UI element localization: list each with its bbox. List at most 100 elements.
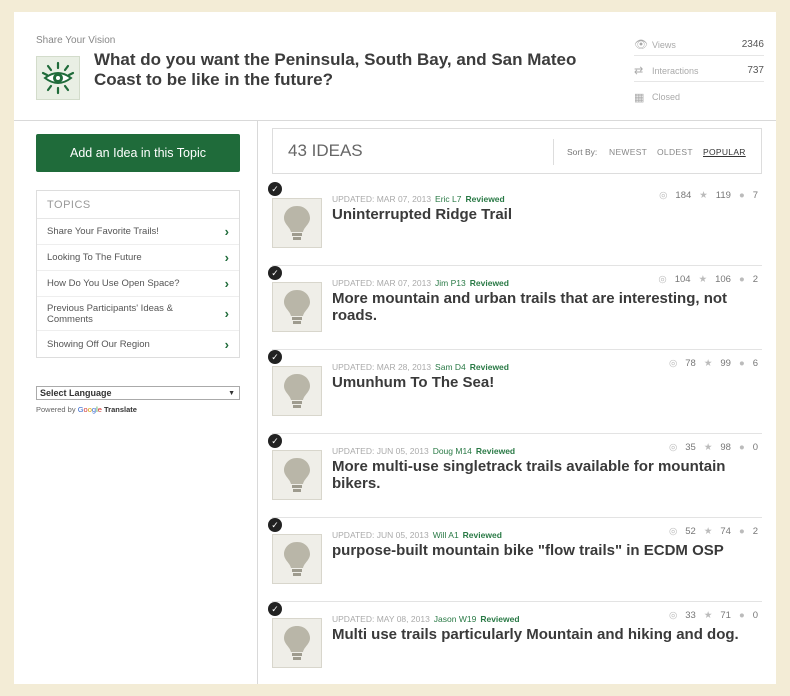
lightbulb-icon <box>284 542 310 576</box>
star-icon: ★ <box>703 526 713 537</box>
idea-meta: UPDATED: MAR 07, 2013 Eric L7 Reviewed <box>332 194 505 204</box>
add-idea-button[interactable]: Add an Idea in this Topic <box>36 134 240 172</box>
comments-count: 2 <box>752 274 758 285</box>
updated-date: UPDATED: MAY 08, 2013 <box>332 614 430 624</box>
topic-item-open-space[interactable]: How Do You Use Open Space? › <box>37 271 239 297</box>
star-icon: ★ <box>699 190 708 201</box>
views-count: 52 <box>685 526 696 537</box>
calendar-icon: ▦ <box>634 91 645 104</box>
idea-title-link[interactable]: More mountain and urban trails that are … <box>332 290 762 324</box>
chevron-right-icon: › <box>224 224 229 239</box>
status-badge: Reviewed <box>475 446 516 456</box>
comment-icon: ● <box>738 442 745 453</box>
comments-count: 0 <box>752 442 758 453</box>
reviewed-check-icon: ✓ <box>268 602 282 616</box>
views-count: 35 <box>685 442 696 453</box>
topic-item-our-region[interactable]: Showing Off Our Region › <box>37 331 239 357</box>
idea-title-link[interactable]: Umunhum To The Sea! <box>332 374 762 391</box>
author-link[interactable]: Will A1 <box>433 530 459 540</box>
eye-icon: ◎ <box>659 190 668 201</box>
chevron-right-icon: › <box>224 336 229 352</box>
chevron-right-icon: › <box>224 276 229 291</box>
idea-thumbnail[interactable] <box>272 198 322 248</box>
question-title: What do you want the Peninsula, South Ba… <box>94 50 577 89</box>
eye-icon: ◎ <box>668 358 678 369</box>
author-link[interactable]: Sam D4 <box>435 362 466 372</box>
interactions-stat: ⇄ Interactions 737 <box>634 60 764 82</box>
idea-thumbnail[interactable] <box>272 366 322 416</box>
reviewed-check-icon: ✓ <box>268 434 282 448</box>
star-icon: ★ <box>703 358 713 369</box>
eye-icon: ◎ <box>668 610 678 621</box>
idea-title-link[interactable]: Multi use trails particularly Mountain a… <box>332 626 762 643</box>
topics-heading: TOPICS <box>37 191 239 219</box>
eye-logo-icon <box>36 56 80 100</box>
sort-by-label: Sort By: <box>567 147 598 157</box>
status-badge: Reviewed <box>465 194 505 204</box>
reviewed-check-icon: ✓ <box>268 518 282 532</box>
idea-title-link[interactable]: purpose-built mountain bike "flow trails… <box>332 542 762 559</box>
lightbulb-icon <box>284 626 310 660</box>
comment-icon: ● <box>738 190 745 201</box>
idea-row[interactable]: ✓ UPDATED: JUN 05, 2013 Will A1 Reviewed ◎ 52… <box>268 518 762 602</box>
section-kicker: Share Your Vision <box>36 35 116 46</box>
lightbulb-icon <box>284 458 310 492</box>
idea-row[interactable]: ✓ UPDATED: MAR 07, 2013 Eric L7 Reviewed ◎ 18… <box>268 182 762 266</box>
stars-count: 71 <box>720 610 731 621</box>
author-link[interactable]: Jason W19 <box>434 614 477 624</box>
topic-item-previous-ideas[interactable]: Previous Participants' Ideas & Comments … <box>37 297 239 331</box>
reviewed-check-icon: ✓ <box>268 350 282 364</box>
page-frame: Share Your Vision What do you want the P… <box>14 12 776 684</box>
sort-popular[interactable]: POPULAR <box>703 147 746 157</box>
idea-counts: ◎ 35 ★ 98 ● 0 <box>669 442 758 453</box>
idea-meta: UPDATED: JUN 05, 2013 Doug M14 Reviewed <box>332 446 515 456</box>
idea-counts: ◎ 33 ★ 71 ● 0 <box>669 610 758 621</box>
eye-icon: ◎ <box>658 274 667 285</box>
idea-thumbnail[interactable] <box>272 534 322 584</box>
interactions-icon: ⇄ <box>634 65 644 77</box>
status-stat: ▦ Closed <box>634 91 681 104</box>
topic-item-looking-to-future[interactable]: Looking To The Future › <box>37 245 239 271</box>
stars-count: 74 <box>720 526 731 537</box>
lightbulb-icon <box>284 290 310 324</box>
eye-icon: 👁 <box>634 39 648 51</box>
idea-title-link[interactable]: Uninterrupted Ridge Trail <box>332 206 762 223</box>
header-divider <box>14 120 776 121</box>
stars-count: 99 <box>720 358 731 369</box>
stars-count: 119 <box>715 190 731 201</box>
sort-newest[interactable]: NEWEST <box>609 147 647 157</box>
star-icon: ★ <box>703 610 713 621</box>
idea-thumbnail[interactable] <box>272 282 322 332</box>
translate-link[interactable]: Translate <box>104 405 137 414</box>
idea-title-link[interactable]: More multi-use singletrack trails availa… <box>332 458 762 492</box>
status-badge: Reviewed <box>469 362 509 372</box>
chevron-right-icon: › <box>224 306 229 321</box>
idea-row[interactable]: ✓ UPDATED: MAR 28, 2013 Sam D4 Reviewed ◎ 78 ★… <box>268 350 762 434</box>
comment-icon: ● <box>738 358 745 369</box>
idea-thumbnail[interactable] <box>272 618 322 668</box>
idea-counts: ◎ 78 ★ 99 ● 6 <box>669 358 758 369</box>
topic-item-favorite-trails[interactable]: Share Your Favorite Trails! › <box>37 219 239 245</box>
idea-counts: ◎ 104 ★ 106 ● 2 <box>658 274 758 285</box>
author-link[interactable]: Jim P13 <box>435 278 466 288</box>
topic-header: Share Your Vision What do you want the P… <box>14 12 776 120</box>
author-link[interactable]: Eric L7 <box>435 194 461 204</box>
sort-oldest[interactable]: OLDEST <box>657 147 693 157</box>
dropdown-arrow-icon: ▼ <box>228 389 235 397</box>
updated-date: UPDATED: MAR 28, 2013 <box>332 362 432 372</box>
views-count: 184 <box>675 190 692 201</box>
idea-row[interactable]: ✓ UPDATED: JUN 05, 2013 Doug M14 Reviewed ◎ 3… <box>268 434 762 518</box>
idea-row[interactable]: ✓ UPDATED: MAR 07, 2013 Jim P13 Reviewed ◎ 10… <box>268 266 762 350</box>
author-link[interactable]: Doug M14 <box>433 446 472 456</box>
reviewed-check-icon: ✓ <box>268 266 282 280</box>
comments-count: 6 <box>752 358 758 369</box>
google-logo: Google <box>77 405 102 414</box>
comments-count: 2 <box>752 526 758 537</box>
views-count: 33 <box>685 610 696 621</box>
idea-meta: UPDATED: JUN 05, 2013 Will A1 Reviewed <box>332 530 502 540</box>
idea-row[interactable]: ✓ UPDATED: MAY 08, 2013 Jason W19 Reviewed ◎… <box>268 602 762 684</box>
comments-count: 0 <box>752 610 758 621</box>
language-select[interactable]: Select Language ▼ <box>36 386 240 400</box>
idea-thumbnail[interactable] <box>272 450 322 500</box>
star-icon: ★ <box>698 274 708 285</box>
